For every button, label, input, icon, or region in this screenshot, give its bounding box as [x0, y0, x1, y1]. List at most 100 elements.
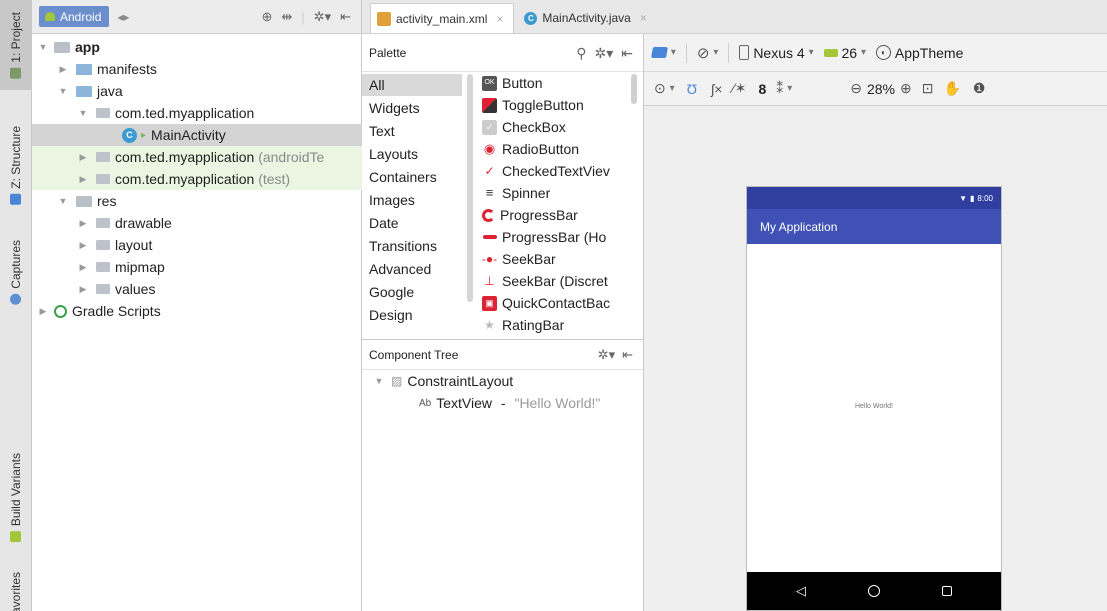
category-all[interactable]: All	[362, 74, 462, 96]
palette-item-progressbar[interactable]: ProgressBar	[482, 204, 578, 226]
view-options-dropdown[interactable]: ⊙ ▾	[654, 80, 675, 97]
zoom-to-fit-button[interactable]: ⊡	[922, 80, 934, 97]
progress-bar-horizontal-icon	[482, 230, 497, 245]
component-label: TextView	[436, 395, 493, 411]
component-textview[interactable]: Ab TextView - "Hello World!"	[419, 395, 600, 411]
align-dropdown[interactable]: ⁑ ▾	[776, 80, 792, 97]
palette-item-spinner[interactable]: ≡ Spinner	[482, 182, 551, 204]
category-advanced[interactable]: Advanced	[369, 258, 431, 280]
scroll-from-source-icon[interactable]: ⊕	[261, 9, 272, 25]
seekbar-icon: -●-	[481, 252, 498, 266]
tree-item-label: MainActivity	[151, 127, 226, 143]
palette-item-radiobutton[interactable]: ◉ RadioButton	[482, 138, 579, 160]
clear-constraints-button[interactable]: ʃ×	[711, 81, 722, 97]
tree-item-drawable[interactable]: ▶ drawable	[32, 212, 362, 234]
tree-item-mipmap[interactable]: ▶ mipmap	[32, 256, 362, 278]
captures-tool-tab[interactable]: Captures	[0, 225, 32, 320]
collapse-all-icon[interactable]: ⇹	[281, 9, 292, 25]
category-layouts[interactable]: Layouts	[369, 143, 418, 165]
tree-item-res[interactable]: ▼ res	[32, 190, 362, 212]
view-switch-icon[interactable]: ◂▸	[117, 10, 129, 24]
category-widgets[interactable]: Widgets	[369, 97, 420, 119]
favorites-tool-tab[interactable]: Favorites	[0, 572, 32, 611]
palette-item-ratingbar[interactable]: ★ RatingBar	[482, 314, 564, 336]
home-icon	[868, 585, 880, 597]
infer-constraints-button[interactable]: ⁄✶	[732, 80, 746, 97]
category-design[interactable]: Design	[369, 304, 413, 326]
hello-world-textview[interactable]: Hello World!	[747, 403, 1001, 410]
category-containers[interactable]: Containers	[369, 166, 437, 188]
package-icon	[96, 174, 110, 184]
tree-item-values[interactable]: ▶ values	[32, 278, 362, 300]
warning-icon: ❶	[972, 80, 986, 96]
autoconnect-toggle[interactable]: Ʊ	[687, 81, 697, 97]
category-google[interactable]: Google	[369, 281, 414, 303]
close-tab-icon[interactable]: ×	[640, 11, 647, 25]
design-surface-dropdown[interactable]: ▾	[651, 45, 676, 61]
device-preview[interactable]: ▼ ▮ 8:00 My Application Hello World! ◁	[746, 186, 1002, 611]
tab-activity-main-xml[interactable]: activity_main.xml ×	[370, 3, 515, 33]
tree-item-label: values	[115, 281, 156, 297]
categories-scrollbar[interactable]	[467, 74, 473, 302]
build-variants-tool-tab[interactable]: Build Variants	[0, 430, 32, 565]
settings-gear-icon[interactable]: ✲▾	[598, 347, 615, 363]
warnings-button[interactable]: ❶	[973, 80, 986, 97]
category-text[interactable]: Text	[369, 120, 395, 142]
search-icon[interactable]: ⚲	[576, 45, 586, 62]
tree-item-package-androidtest[interactable]: ▶ com.ted.myapplication (androidTe	[32, 146, 362, 168]
android-api-icon	[823, 48, 838, 57]
expanded-arrow-icon: ▼	[58, 196, 68, 206]
category-date[interactable]: Date	[369, 212, 399, 234]
tree-item-app[interactable]: ▼ app	[32, 36, 362, 58]
widgets-scrollbar[interactable]	[631, 74, 637, 104]
palette-item-label: CheckBox	[502, 119, 566, 135]
palette-item-checkedtextview[interactable]: ✓ CheckedTextViev	[482, 160, 609, 182]
tree-item-java[interactable]: ▼ java	[32, 80, 362, 102]
palette-item-seekbar[interactable]: -●- SeekBar	[482, 248, 556, 270]
tree-item-layout[interactable]: ▶ layout	[32, 234, 362, 256]
api-level-dropdown[interactable]: 26 ▾	[823, 44, 866, 61]
api-level-label: 26	[841, 44, 858, 61]
tree-item-gradle-scripts[interactable]: ▶ Gradle Scripts	[32, 300, 362, 322]
category-images[interactable]: Images	[369, 189, 415, 211]
theme-selector[interactable]: ◐ AppTheme	[875, 45, 963, 61]
pan-button[interactable]: ✋	[943, 80, 960, 97]
device-dropdown[interactable]: Nexus 4 ▾	[739, 45, 814, 61]
project-view-selector[interactable]: Android	[39, 6, 110, 27]
zoom-out-button[interactable]: ⊖	[850, 80, 862, 97]
progress-bar-icon	[482, 208, 495, 222]
tree-item-package[interactable]: ▼ com.ted.myapplication	[32, 102, 362, 124]
tree-item-manifests[interactable]: ▶ manifests	[32, 58, 362, 80]
category-transitions[interactable]: Transitions	[369, 235, 437, 257]
palette-item-togglebutton[interactable]: ToggleButton	[482, 94, 584, 116]
hide-panel-icon[interactable]: ⇤	[340, 9, 351, 25]
settings-gear-icon[interactable]: ✲▾	[314, 9, 331, 25]
palette-item-progressbar-horizontal[interactable]: ProgressBar (Ho	[482, 226, 606, 248]
android-icon	[45, 12, 55, 21]
orientation-dropdown[interactable]: ⊘ ▾	[697, 44, 719, 62]
palette-item-button[interactable]: OK Button	[482, 72, 542, 94]
settings-gear-icon[interactable]: ✲▾	[595, 45, 614, 62]
structure-tool-tab[interactable]: Z: Structure	[0, 110, 32, 220]
default-margin-field[interactable]: 8	[759, 81, 767, 97]
tree-item-label: mipmap	[115, 259, 165, 275]
tree-item-package-test[interactable]: ▶ com.ted.myapplication (test)	[32, 168, 362, 190]
expanded-arrow-icon: ▼	[78, 108, 88, 118]
palette-item-seekbar-discrete[interactable]: ⊥ SeekBar (Discret	[482, 270, 608, 292]
divider	[728, 42, 730, 63]
hide-panel-icon[interactable]: ⇤	[622, 347, 633, 363]
project-tool-tab[interactable]: 1: Project	[0, 0, 32, 90]
close-tab-icon[interactable]: ×	[496, 12, 503, 26]
orientation-icon: ⊘	[696, 44, 710, 62]
tab-mainactivity-java[interactable]: C MainActivity.java ×	[518, 3, 657, 33]
project-panel: Android ◂▸ ⊕ ⇹ | ✲▾ ⇤ ▼ app ▶ manifests …	[32, 0, 362, 611]
palette-title: Palette	[369, 45, 407, 60]
textview-icon: Ab	[419, 397, 432, 409]
hide-panel-icon[interactable]: ⇤	[621, 45, 633, 62]
tree-item-mainactivity[interactable]: C ▸ MainActivity	[32, 124, 362, 146]
palette-item-checkbox[interactable]: ✓ CheckBox	[482, 116, 566, 138]
palette-item-quickcontactbadge[interactable]: ▣ QuickContactBac	[482, 292, 610, 314]
zoom-in-button[interactable]: ⊕	[900, 80, 912, 97]
component-constraintlayout[interactable]: ▼ ▨ ConstraintLayout	[372, 373, 514, 389]
collapsed-arrow-icon: ▶	[79, 283, 87, 294]
